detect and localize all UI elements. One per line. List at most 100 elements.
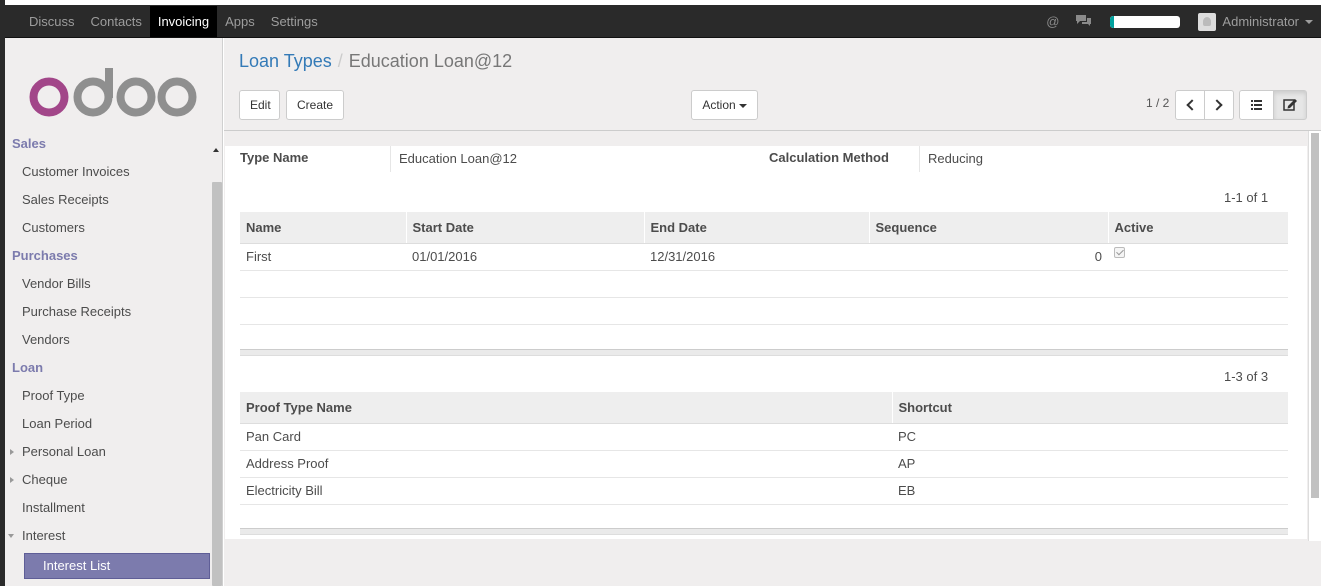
active-checkbox	[1114, 247, 1125, 258]
cell-shortcut: PC	[892, 423, 1288, 451]
sidebar-menu: Sales Customer Invoices Sales Receipts Cust…	[5, 138, 223, 586]
app-menu: Discuss Contacts Invoicing Apps Settings	[21, 5, 326, 38]
edit-button[interactable]: Edit	[239, 90, 280, 120]
sidebar-item-label: Sales Receipts	[22, 192, 109, 207]
menu-settings[interactable]: Settings	[263, 6, 326, 37]
progress-bar	[1110, 15, 1181, 28]
cell-active	[1108, 243, 1288, 271]
scrollbar-thumb[interactable]	[1311, 133, 1319, 498]
proofs-table: Proof Type Name Shortcut Pan Card PC Addres…	[240, 392, 1288, 532]
proofs-pager: 1-3 of 3	[1224, 369, 1269, 384]
sidebar-item-label: Loan Period	[22, 416, 93, 431]
sidebar-section-purchases: Purchases	[12, 248, 78, 263]
menu-contacts[interactable]: Contacts	[83, 6, 150, 37]
sidebar-item-cheque[interactable]: Cheque	[5, 466, 210, 494]
column-header-end-date[interactable]: End Date	[643, 212, 869, 244]
sidebar-section-loan: Loan	[12, 360, 44, 375]
user-name: Administrator	[1222, 14, 1299, 29]
periods-table-footer	[240, 349, 1288, 356]
sidebar-item-customer-invoices[interactable]: Customer Invoices	[5, 158, 210, 186]
sidebar-item-interest[interactable]: Interest	[5, 522, 210, 550]
breadcrumb-current: Education Loan@12	[348, 51, 513, 71]
sidebar-item-label: Cheque	[22, 472, 68, 487]
cell-name: Address Proof	[240, 450, 892, 478]
proofs-table-footer	[240, 528, 1288, 535]
pager-next-button[interactable]	[1204, 90, 1234, 120]
edit-icon	[1283, 99, 1297, 111]
sidebar-item-loan-period[interactable]: Loan Period	[5, 410, 210, 438]
chevron-left-icon	[1186, 99, 1198, 111]
user-menu[interactable]: Administrator	[1198, 12, 1313, 31]
type-name-value: Education Loan@12	[390, 146, 690, 172]
calculation-method-value: Reducing	[919, 146, 1219, 172]
pager-previous-button[interactable]	[1175, 90, 1205, 120]
table-row[interactable]: First 01/01/2016 12/31/2016 0	[240, 243, 1288, 271]
cell-sequence: 0	[869, 243, 1108, 271]
content-scrollbar[interactable]	[1308, 131, 1321, 541]
list-view-button[interactable]	[1239, 90, 1274, 120]
create-button[interactable]: Create	[286, 90, 344, 120]
chevron-right-icon	[1211, 99, 1223, 111]
sidebar-item-label: Customer Invoices	[22, 164, 130, 179]
sidebar-item-sales-receipts[interactable]: Sales Receipts	[5, 186, 210, 214]
form-view-button[interactable]	[1273, 90, 1307, 120]
menu-apps[interactable]: Apps	[217, 6, 263, 37]
type-name-label: Type Name	[240, 150, 309, 165]
table-row[interactable]: Address Proof AP	[240, 450, 1288, 478]
scrollbar-thumb[interactable]	[212, 182, 222, 586]
empty-row	[240, 504, 1288, 532]
list-icon	[1251, 100, 1262, 110]
form-sheet: Type Name Education Loan@12 Calculation …	[225, 146, 1307, 539]
periods-table: Name Start Date End Date Sequence Active Fir…	[240, 212, 1288, 352]
table-row[interactable]: Electricity Bill EB	[240, 477, 1288, 505]
sidebar-item-vendor-bills[interactable]: Vendor Bills	[5, 270, 210, 298]
empty-row	[240, 270, 1288, 298]
action-label: Action	[702, 98, 736, 112]
column-header-start-date[interactable]: Start Date	[405, 212, 644, 244]
empty-row	[240, 324, 1288, 352]
sidebar-item-label: Interest List	[43, 558, 111, 573]
chat-icon[interactable]	[1075, 14, 1092, 30]
progress-fill	[1110, 15, 1114, 28]
caret-down-icon[interactable]	[8, 534, 14, 538]
at-icon[interactable]: @	[1046, 14, 1059, 29]
breadcrumb-parent[interactable]: Loan Types	[239, 51, 332, 71]
chevron-down-icon	[1305, 19, 1313, 24]
caret-right-icon[interactable]	[10, 477, 14, 483]
sidebar-item-label: Personal Loan	[22, 444, 106, 459]
column-header-proof-type-name[interactable]: Proof Type Name	[240, 392, 892, 424]
sidebar-item-installment[interactable]: Installment	[5, 494, 210, 522]
action-button[interactable]: Action	[691, 90, 758, 120]
main-navbar: Discuss Contacts Invoicing Apps Settings @ A…	[5, 5, 1321, 38]
menu-discuss[interactable]: Discuss	[21, 6, 83, 37]
sidebar-item-vendors[interactable]: Vendors	[5, 326, 210, 354]
sidebar-section-sales: Sales	[12, 138, 46, 151]
sidebar-item-label: Vendors	[22, 332, 70, 347]
sidebar-item-label: Purchase Receipts	[22, 304, 132, 319]
caret-right-icon[interactable]	[10, 449, 14, 455]
menu-invoicing[interactable]: Invoicing	[149, 6, 218, 37]
sidebar-item-label: Vendor Bills	[22, 276, 91, 291]
column-header-sequence[interactable]: Sequence	[868, 212, 1108, 244]
sidebar-item-customers[interactable]: Customers	[5, 214, 210, 242]
column-header-shortcut[interactable]: Shortcut	[891, 392, 1288, 424]
table-row[interactable]: Pan Card PC	[240, 423, 1288, 451]
sidebar-item-label: Interest	[22, 528, 66, 543]
cell-shortcut: AP	[892, 450, 1288, 478]
column-header-active[interactable]: Active	[1107, 212, 1288, 244]
cell-name: Electricity Bill	[240, 477, 892, 505]
sidebar-item-interest-list[interactable]: Interest List	[24, 553, 210, 579]
sidebar-item-proof-type[interactable]: Proof Type	[5, 382, 210, 410]
scroll-up-icon[interactable]	[213, 148, 219, 152]
cell-name: Pan Card	[240, 423, 892, 451]
sidebar-item-personal-loan[interactable]: Personal Loan	[5, 438, 210, 466]
sidebar-item-purchase-receipts[interactable]: Purchase Receipts	[5, 298, 210, 326]
navbar-right: @ Administrator	[1046, 5, 1321, 38]
control-panel: Loan Types / Education Loan@12 Edit Create…	[224, 38, 1321, 131]
calculation-method-label: Calculation Method	[769, 150, 889, 165]
sidebar-scrollbar[interactable]	[211, 144, 222, 586]
avatar	[1198, 12, 1217, 31]
chevron-down-icon	[738, 103, 747, 108]
periods-pager: 1-1 of 1	[1224, 190, 1269, 205]
column-header-name[interactable]: Name	[240, 212, 406, 244]
